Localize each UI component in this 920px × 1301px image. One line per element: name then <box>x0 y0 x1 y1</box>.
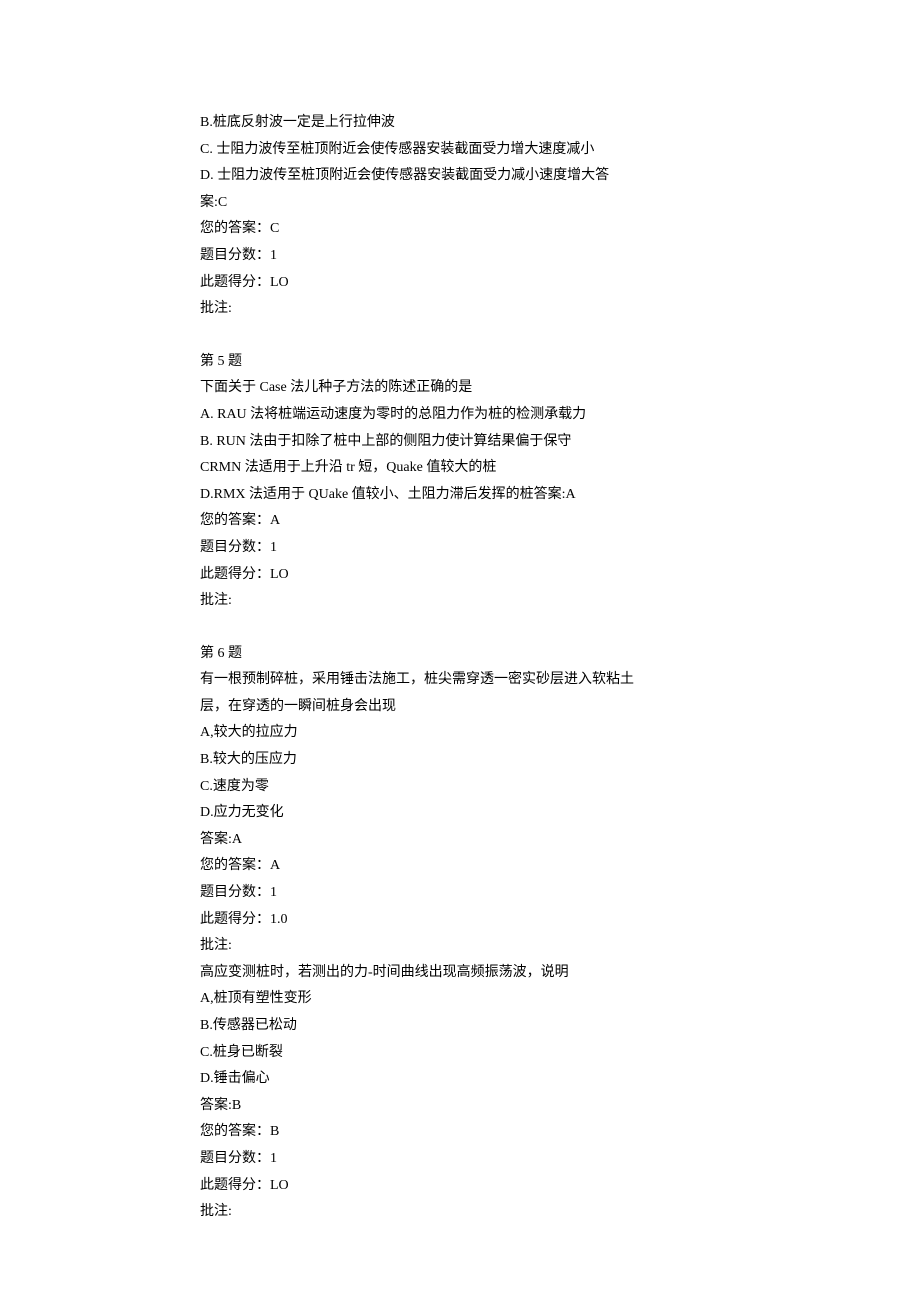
q4-note: 批注: <box>200 296 720 323</box>
q7-stem: 高应变测桩时，若测出的力-时间曲线出现高频振荡波，说明 <box>200 960 720 987</box>
q6-option-d: D.应力无变化 <box>200 800 720 827</box>
q5-your-answer: 您的答案：A <box>200 508 720 535</box>
q5-option-b: B. RUN 法由于扣除了桩中上部的侧阻力使计算结果偏于保守 <box>200 429 720 456</box>
q5-note: 批注: <box>200 588 720 615</box>
q7-your-answer: 您的答案：B <box>200 1119 720 1146</box>
q7-answer: 答案:B <box>200 1093 720 1120</box>
q6-note: 批注: <box>200 933 720 960</box>
q5-option-a: A. RAU 法将桩端运动速度为零时的总阻力作为桩的检测承载力 <box>200 402 720 429</box>
q5-header: 第 5 题 <box>200 349 720 376</box>
q4-option-b: B.桩底反射波一定是上行拉伸波 <box>200 110 720 137</box>
q4-option-d: D. 士阻力波传至桩顶附近会使传感器安装截面受力减小速度增大答 <box>200 163 720 190</box>
q7-note: 批注: <box>200 1199 720 1226</box>
q5-got-score: 此题得分：LO <box>200 562 720 589</box>
q6-header: 第 6 题 <box>200 641 720 668</box>
q6-option-b: B.较大的压应力 <box>200 747 720 774</box>
q4-got-score: 此题得分：LO <box>200 270 720 297</box>
q5-stem: 下面关于 Case 法儿种子方法的陈述正确的是 <box>200 375 720 402</box>
document-page: B.桩底反射波一定是上行拉伸波 C. 士阻力波传至桩顶附近会使传感器安装截面受力… <box>0 0 920 1301</box>
q6-got-score: 此题得分：1.0 <box>200 907 720 934</box>
spacer <box>200 615 720 641</box>
q6-stem-line1: 有一根预制碎桩，采用锤击法施工，桩尖需穿透一密实砂层进入软粘土 <box>200 667 720 694</box>
q7-option-c: C.桩身已断裂 <box>200 1040 720 1067</box>
q5-score: 题目分数：1 <box>200 535 720 562</box>
q6-answer: 答案:A <box>200 827 720 854</box>
q5-option-c: CRMN 法适用于上升沿 tr 短，Quake 值较大的桩 <box>200 455 720 482</box>
q7-option-d: D.锤击偏心 <box>200 1066 720 1093</box>
q7-option-b: B.传感器已松动 <box>200 1013 720 1040</box>
spacer <box>200 323 720 349</box>
q7-got-score: 此题得分：LO <box>200 1173 720 1200</box>
q6-option-a: A,较大的拉应力 <box>200 720 720 747</box>
q4-option-c: C. 士阻力波传至桩顶附近会使传感器安装截面受力增大速度减小 <box>200 137 720 164</box>
q4-your-answer: 您的答案：C <box>200 216 720 243</box>
q6-stem-line2: 层，在穿透的一瞬间桩身会出现 <box>200 694 720 721</box>
q7-score: 题目分数：1 <box>200 1146 720 1173</box>
q5-option-d: D.RMX 法适用于 QUake 值较小、土阻力滞后发挥的桩答案:A <box>200 482 720 509</box>
q4-answer: 案:C <box>200 190 720 217</box>
q6-your-answer: 您的答案：A <box>200 853 720 880</box>
q6-score: 题目分数：1 <box>200 880 720 907</box>
q4-score: 题目分数：1 <box>200 243 720 270</box>
q6-option-c: C.速度为零 <box>200 774 720 801</box>
q7-option-a: A,桩顶有塑性变形 <box>200 986 720 1013</box>
